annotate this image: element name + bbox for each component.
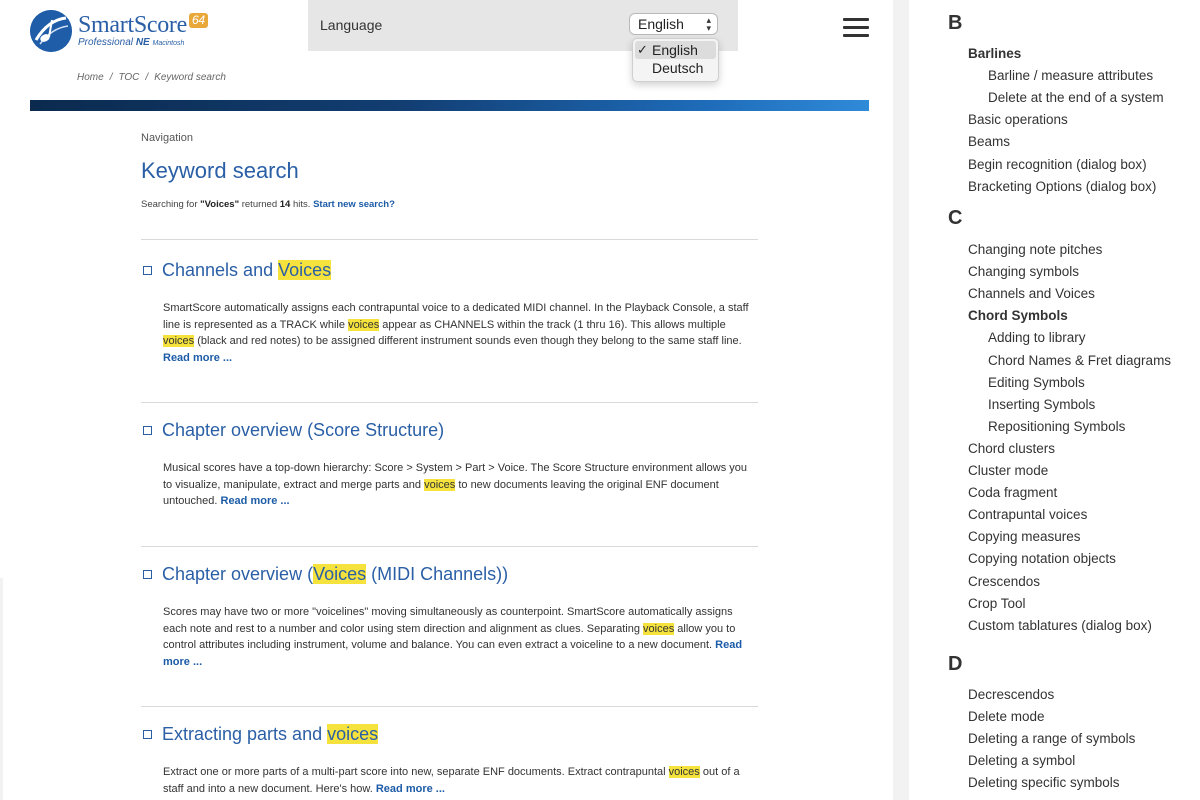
index-link[interactable]: Editing Symbols (988, 375, 1085, 390)
index-link[interactable]: Delete mode (968, 709, 1045, 724)
index-link[interactable]: Delete at the end of a system (988, 90, 1164, 105)
highlighted-term: voices (348, 318, 380, 331)
panel-divider (893, 0, 909, 800)
logo-name: SmartScore 64 (78, 12, 208, 39)
breadcrumb-current: Keyword search (154, 72, 226, 83)
index-link[interactable]: Repositioning Symbols (988, 419, 1125, 434)
highlighted-term: voices (424, 478, 456, 491)
search-result: Channels and Voices SmartScore automatica… (141, 239, 758, 364)
snippet-text: (black and red notes) to be assigned dif… (194, 335, 742, 348)
language-label: Language (320, 17, 383, 33)
result-title-link[interactable]: Channels and Voices (141, 260, 332, 281)
index-link[interactable]: Begin recognition (dialog box) (968, 157, 1147, 172)
highlighted-term: voices (327, 724, 379, 744)
index-link[interactable]: Copying measures (968, 529, 1081, 544)
highlighted-term: Voices (278, 260, 332, 280)
breadcrumb-toc[interactable]: TOC (118, 72, 139, 83)
page-title: Keyword search (141, 158, 299, 183)
language-select[interactable]: English ▴ ▾ (629, 13, 718, 35)
index-link[interactable]: Copying notation objects (968, 551, 1116, 566)
index-link[interactable]: Inserting Symbols (988, 397, 1095, 412)
index-link[interactable]: Bracketing Options (dialog box) (968, 179, 1156, 194)
smartscore-logo[interactable]: SmartScore 64 Professional NE Macintosh (30, 10, 230, 54)
index-link[interactable]: Contrapuntal voices (968, 507, 1087, 522)
breadcrumb: Home / TOC / Keyword search (77, 72, 226, 83)
result-title-text: Chapter overview ( (162, 564, 314, 584)
left-edge-strip (0, 578, 3, 800)
index-link[interactable]: Chord clusters (968, 441, 1055, 456)
result-title-text: Chapter overview (Score Structure) (162, 420, 445, 440)
navigation-label: Navigation (141, 132, 193, 144)
index-link[interactable]: Barline / measure attributes (988, 68, 1153, 83)
language-option-deutsch[interactable]: Deutsch (635, 59, 716, 77)
index-link[interactable]: Deleting a symbol (968, 753, 1075, 768)
logo-emblem-icon (30, 10, 72, 52)
index-link[interactable]: Barlines (968, 46, 1021, 61)
checkbox-bullet-icon (143, 266, 152, 275)
result-snippet: Musical scores have a top-down hierarchy… (163, 460, 758, 510)
logo-version-badge: 64 (188, 13, 208, 28)
index-link[interactable]: Changing note pitches (968, 242, 1102, 257)
logo-edition: Professional NE Macintosh (78, 37, 185, 48)
index-link[interactable]: Crop Tool (968, 596, 1026, 611)
highlighted-term: voices (163, 335, 195, 348)
snippet-text: Extract one or more parts of a multi-par… (163, 766, 669, 778)
index-link[interactable]: Coda fragment (968, 485, 1057, 500)
read-more-link[interactable]: Read more ... (221, 495, 290, 507)
index-link[interactable]: Channels and Voices (968, 286, 1095, 301)
checkbox-bullet-icon (143, 570, 152, 579)
result-title-text: Channels and (162, 260, 279, 280)
hero-banner-bar (30, 100, 869, 111)
read-more-link[interactable]: Read more ... (376, 783, 445, 795)
read-more-link[interactable]: Read more ... (163, 352, 232, 364)
language-option-english[interactable]: ✓ English (635, 41, 716, 59)
start-new-search-link[interactable]: Start new search? (313, 199, 395, 210)
index-link[interactable]: Changing symbols (968, 264, 1079, 279)
index-link[interactable]: Deleting a range of symbols (968, 731, 1135, 746)
checkbox-bullet-icon (143, 730, 152, 739)
result-title-text: Extracting parts and (162, 724, 328, 744)
search-result: Chapter overview (Voices (MIDI Channels)… (141, 546, 758, 668)
select-updown-icon: ▴ ▾ (706, 15, 711, 33)
checkbox-bullet-icon (143, 426, 152, 435)
result-title-text: (MIDI Channels)) (366, 564, 509, 584)
index-letter-c: C (948, 207, 963, 229)
index-link[interactable]: Cluster mode (968, 463, 1048, 478)
breadcrumb-home[interactable]: Home (77, 72, 104, 83)
result-title-link[interactable]: Extracting parts and voices (141, 724, 379, 745)
highlighted-term: voices (668, 766, 700, 778)
main-content: Navigation Keyword search Searching for … (141, 124, 758, 795)
result-title-link[interactable]: Chapter overview (Voices (MIDI Channels)… (141, 564, 508, 585)
index-link[interactable]: Chord Symbols (968, 308, 1068, 323)
hamburger-menu-icon[interactable] (843, 18, 869, 38)
index-link[interactable]: Custom tablatures (dialog box) (968, 618, 1152, 633)
index-letter-d: D (948, 653, 963, 675)
keyword-index-panel: B Barlines Barline / measure attributes Del… (909, 0, 1200, 800)
result-snippet: Extract one or more parts of a multi-par… (163, 764, 758, 797)
highlighted-term: voices (643, 622, 675, 635)
search-summary: Searching for "Voices" returned 14 hits.… (141, 199, 395, 210)
index-link[interactable]: Decrescendos (968, 687, 1054, 702)
index-link[interactable]: Beams (968, 134, 1010, 149)
search-result: Extracting parts and voices Extract one o… (141, 706, 758, 795)
result-title-link[interactable]: Chapter overview (Score Structure) (141, 420, 444, 441)
snippet-text: appear as CHANNELS within the track (1 t… (379, 318, 726, 331)
checkmark-icon: ✓ (637, 42, 648, 57)
result-snippet: Scores may have two or more "voicelines"… (163, 604, 758, 670)
highlighted-term: Voices (313, 564, 367, 584)
index-link[interactable]: Basic operations (968, 112, 1068, 127)
index-link[interactable]: Adding to library (988, 330, 1086, 345)
index-letter-b: B (948, 12, 963, 34)
index-link[interactable]: Crescendos (968, 574, 1040, 589)
index-link[interactable]: Deleting specific symbols (968, 775, 1120, 790)
language-dropdown-menu: ✓ English Deutsch (632, 38, 719, 82)
index-link[interactable]: Chord Names & Fret diagrams (988, 353, 1171, 368)
search-result: Chapter overview (Score Structure) Musica… (141, 402, 758, 507)
result-snippet: SmartScore automatically assigns each co… (163, 300, 758, 366)
